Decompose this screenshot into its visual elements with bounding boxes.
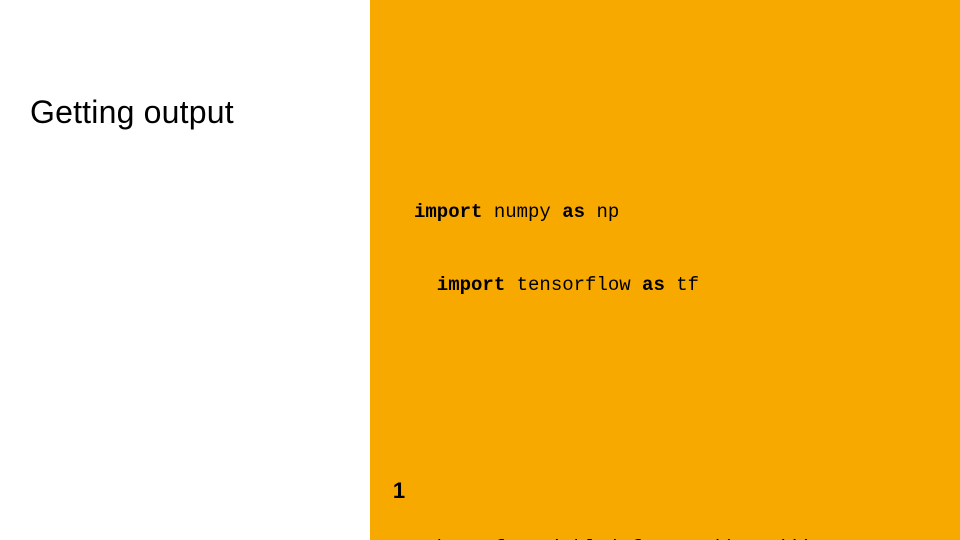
code-line: import numpy as np — [414, 200, 934, 224]
code-line: import tensorflow as tf — [414, 273, 934, 297]
code-text: np — [596, 201, 619, 223]
code-text: tensorflow — [517, 274, 642, 296]
code-panel: import numpy as np import tensorflow as … — [370, 0, 960, 540]
code-area: import numpy as np import tensorflow as … — [414, 54, 934, 540]
code-block-1: 1 b = tf.Variable(tf.zeros((100,))) W = … — [414, 463, 934, 540]
left-panel: Getting output — [0, 0, 370, 540]
code-text: numpy — [494, 201, 562, 223]
code-text: tf — [676, 274, 699, 296]
code-line: b = tf.Variable(tf.zeros((100,))) — [414, 536, 934, 540]
step-marker-1: 1 — [388, 477, 410, 505]
kw-as: as — [642, 274, 676, 296]
slide-title: Getting output — [30, 94, 234, 131]
kw-as: as — [562, 201, 596, 223]
kw-import: import — [414, 274, 517, 296]
code-imports: import numpy as np import tensorflow as … — [414, 151, 934, 346]
slide: Getting output import numpy as np import… — [0, 0, 960, 540]
kw-import: import — [414, 201, 494, 223]
